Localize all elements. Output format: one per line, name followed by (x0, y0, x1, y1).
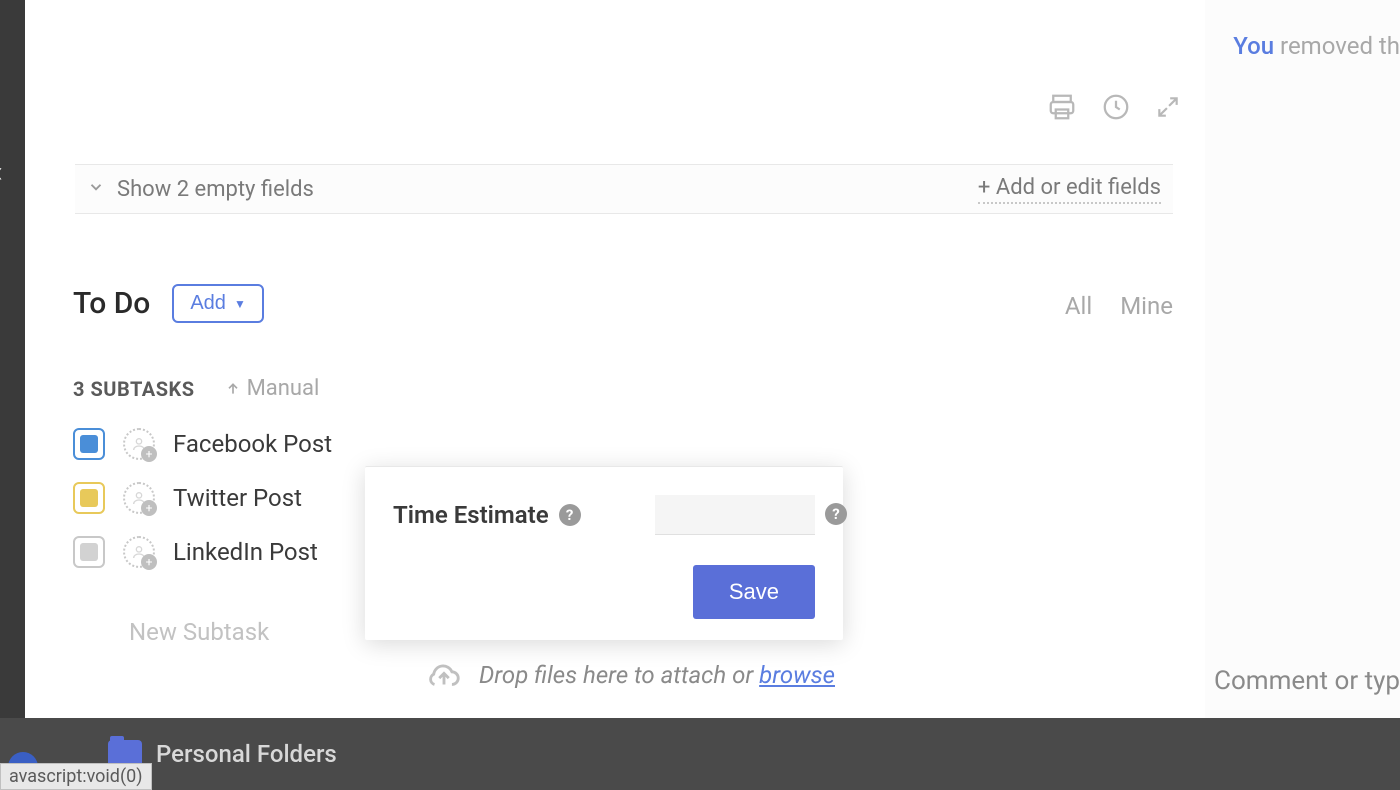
subtask-row[interactable]: + Facebook Post (73, 428, 332, 460)
activity-entry: You removed th (1233, 32, 1400, 60)
sort-mode-label: Manual (247, 376, 320, 401)
bottom-bar: Personal Folders avascript:void(0) (0, 718, 1400, 790)
subtask-name[interactable]: Facebook Post (173, 430, 332, 458)
time-estimate-input[interactable] (655, 495, 815, 535)
subtask-row[interactable]: + Twitter Post (73, 482, 332, 514)
plus-icon: + (141, 500, 157, 516)
cloud-upload-icon (425, 656, 463, 694)
add-button[interactable]: Add ▼ (172, 284, 263, 323)
assignee-picker[interactable]: + (123, 482, 155, 514)
plus-icon: + (141, 554, 157, 570)
close-icon[interactable]: ‹ (0, 155, 3, 190)
filter-mine[interactable]: Mine (1120, 292, 1173, 320)
caret-down-icon: ▼ (234, 297, 246, 311)
empty-fields-toggle[interactable]: Show 2 empty fields (117, 177, 978, 202)
section-title: To Do (73, 286, 150, 321)
help-icon[interactable]: ? (825, 503, 847, 525)
add-button-label: Add (190, 292, 226, 315)
dropzone-text: Drop files here to attach or browse (479, 661, 835, 689)
comment-input[interactable]: Comment or typ (1214, 666, 1400, 696)
sort-mode-toggle[interactable]: Manual (225, 376, 320, 401)
chevron-down-icon[interactable] (87, 178, 105, 200)
status-checkbox[interactable] (73, 482, 105, 514)
folder-label: Personal Folders (156, 740, 337, 768)
subtask-name[interactable]: Twitter Post (173, 484, 302, 512)
time-estimate-popover: Time Estimate ? ? Save (365, 466, 843, 640)
new-subtask-input[interactable]: New Subtask (129, 618, 269, 646)
add-edit-fields-link[interactable]: + Add or edit fields (978, 175, 1161, 204)
status-bar-text: avascript:void(0) (0, 763, 152, 790)
help-icon[interactable]: ? (559, 504, 581, 526)
subtask-count-label: 3 SUBTASKS (73, 377, 195, 401)
attachment-dropzone[interactable]: Drop files here to attach or browse (425, 656, 835, 694)
custom-fields-row: Show 2 empty fields + Add or edit fields (75, 164, 1173, 214)
subtask-name[interactable]: LinkedIn Post (173, 538, 318, 566)
status-checkbox[interactable] (73, 536, 105, 568)
status-checkbox[interactable] (73, 428, 105, 460)
arrow-up-icon (225, 381, 241, 397)
task-panel: Show 2 empty fields + Add or edit fields… (25, 0, 1205, 718)
save-button[interactable]: Save (693, 565, 815, 619)
print-icon[interactable] (1047, 92, 1077, 122)
history-icon[interactable] (1101, 92, 1131, 122)
subtask-row[interactable]: + LinkedIn Post (73, 536, 332, 568)
filter-all[interactable]: All (1065, 292, 1092, 320)
time-estimate-label: Time Estimate (393, 501, 549, 529)
assignee-picker[interactable]: + (123, 428, 155, 460)
activity-user: You (1233, 32, 1274, 60)
assignee-picker[interactable]: + (123, 536, 155, 568)
expand-icon[interactable] (1155, 94, 1181, 120)
browse-link[interactable]: browse (759, 661, 835, 689)
plus-icon: + (141, 446, 157, 462)
activity-sidebar: You removed th Comment or typ (1205, 0, 1400, 718)
